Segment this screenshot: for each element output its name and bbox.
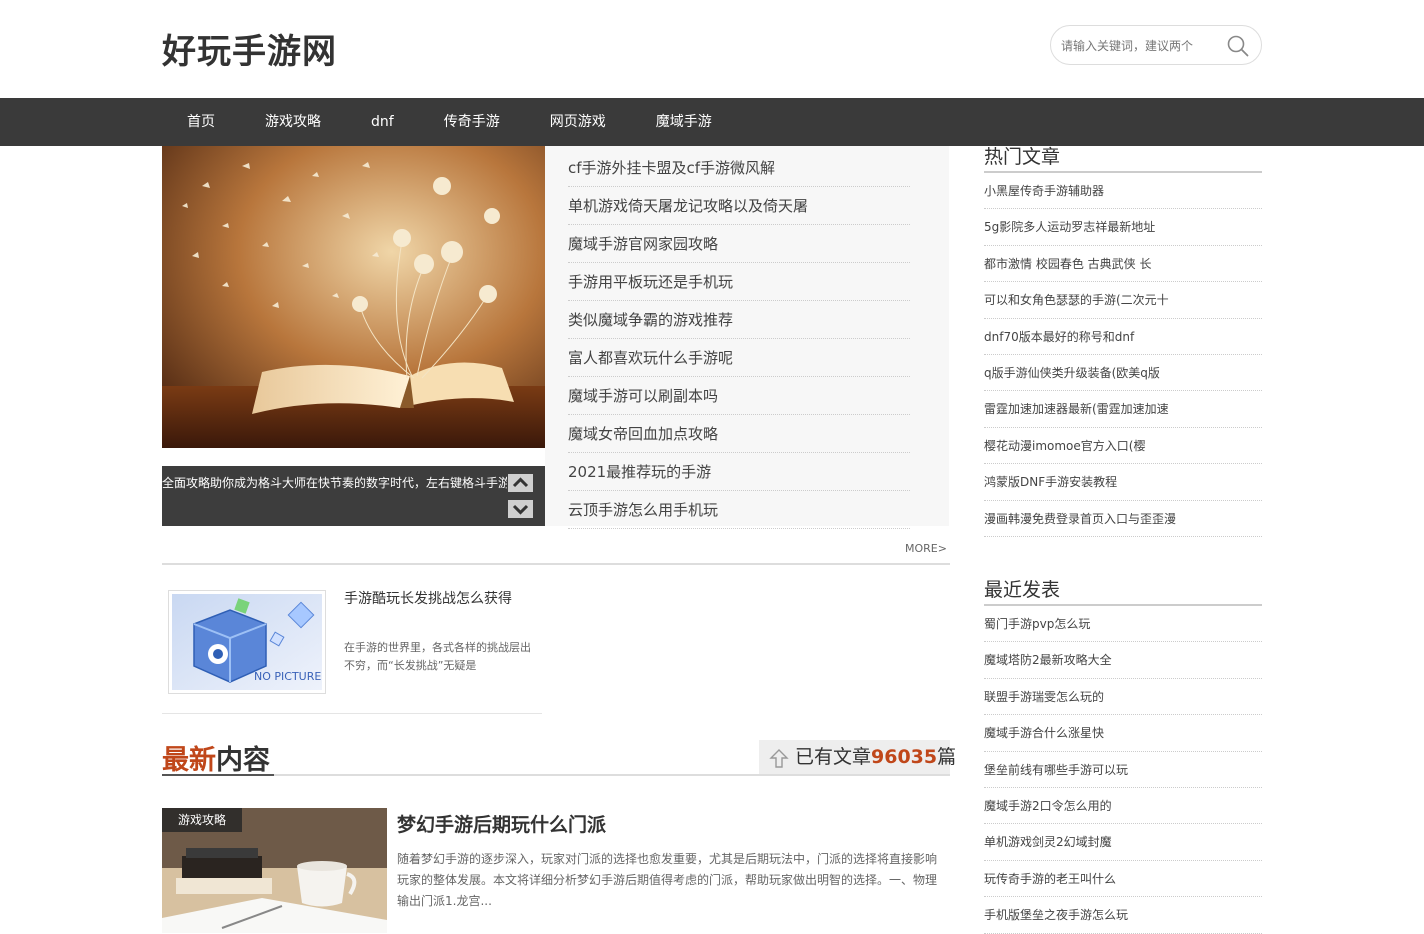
slider-caption-text[interactable]: 全面攻略助你成为格斗大师在快节奏的数字时代，左右键格斗手游 (162, 474, 507, 491)
list-item[interactable]: 单机游戏倚天屠龙记攻略以及倚天屠 (568, 187, 910, 225)
slider-prev-icon[interactable] (508, 474, 533, 492)
article-card: 游戏攻略 梦幻手游后期玩什么门派 随着梦幻手游的逐步深入，玩家对门派的选择也愈发… (162, 808, 950, 933)
recent-posts-widget: 最近发表 蜀门手游pvp怎么玩 魔域塔防2最新攻略大全 联盟手游瑞雯怎么玩的 魔… (984, 578, 1262, 934)
list-item[interactable]: 单机游戏剑灵2幻域封魔 (984, 824, 1262, 861)
list-item[interactable]: 魔域女帝回血加点攻略 (568, 415, 910, 453)
list-item[interactable]: 云顶手游怎么用手机玩 (568, 491, 910, 529)
category-tag[interactable]: 游戏攻略 (162, 808, 242, 832)
site-header: 好玩手游网 (0, 0, 1424, 98)
thumb-text: NO PICTURE (254, 670, 321, 683)
list-item[interactable]: 都市激情 校园春色 古典武侠 长 (984, 246, 1262, 283)
article-count-badge: 已有文章96035篇 (759, 740, 956, 774)
list-item[interactable]: 魔域手游2口令怎么用的 (984, 788, 1262, 825)
list-item[interactable]: 玩传奇手游的老王叫什么 (984, 861, 1262, 898)
search-icon[interactable] (1227, 35, 1249, 57)
section-title-highlight: 最新 (162, 745, 216, 776)
list-item[interactable]: 可以和女角色瑟瑟的手游(二次元十 (984, 282, 1262, 319)
slider-image[interactable] (162, 146, 545, 448)
list-item[interactable]: dnf70版本最好的称号和dnf (984, 319, 1262, 355)
main-nav: 首页 游戏攻略 dnf 传奇手游 网页游戏 魔域手游 (0, 98, 1424, 146)
list-item[interactable]: 鸿蒙版DNF手游安装教程 (984, 464, 1262, 501)
list-item[interactable]: q版手游仙侠类升级装备(欧美q版 (984, 355, 1262, 392)
list-item[interactable]: 小黑屋传奇手游辅助器 (984, 173, 1262, 210)
list-item[interactable]: 堡垒前线有哪些手游可以玩 (984, 752, 1262, 788)
widget-title: 热门文章 (984, 145, 1262, 173)
nav-item-guides[interactable]: 游戏攻略 (240, 98, 346, 146)
nav-item-webgames[interactable]: 网页游戏 (525, 98, 631, 146)
list-item[interactable]: 魔域手游官网家园攻略 (568, 225, 910, 263)
count-prefix: 已有文章 (795, 746, 872, 768)
list-item[interactable]: 手游用平板玩还是手机玩 (568, 263, 910, 301)
hot-articles-widget: 热门文章 小黑屋传奇手游辅助器 5g影院多人运动罗志祥最新地址 都市激情 校园春… (984, 145, 1262, 537)
article-thumbnail[interactable]: 游戏攻略 (162, 808, 387, 933)
more-link[interactable]: MORE> (905, 542, 947, 555)
count-value: 96035 (871, 746, 938, 768)
featured-thumbnail[interactable]: NO PICTURE (168, 590, 326, 694)
section-title-rest: 内容 (216, 745, 270, 776)
top-article-list: cf手游外挂卡盟及cf手游微风解 单机游戏倚天屠龙记攻略以及倚天屠 魔域手游官网… (545, 146, 949, 529)
divider (162, 563, 950, 565)
latest-section-header: 最新内容 已有文章96035篇 (162, 738, 956, 777)
slider-caption: 全面攻略助你成为格斗大师在快节奏的数字时代，左右键格斗手游 (162, 466, 545, 526)
list-item[interactable]: 魔域手游可以刷副本吗 (568, 377, 910, 415)
featured-title[interactable]: 手游酷玩长发挑战怎么获得 (344, 588, 512, 608)
section-title: 最新内容 (162, 738, 270, 777)
featured-post: NO PICTURE 手游酷玩长发挑战怎么获得 在手游的世界里，各式各样的挑战层… (162, 585, 542, 714)
search-box (1050, 25, 1262, 65)
featured-description: 在手游的世界里，各式各样的挑战层出不穷，而“长发挑战”无疑是 (344, 641, 531, 672)
list-item[interactable]: 联盟手游瑞雯怎么玩的 (984, 679, 1262, 716)
nav-item-home[interactable]: 首页 (162, 98, 240, 146)
list-item[interactable]: cf手游外挂卡盟及cf手游微风解 (568, 149, 910, 187)
up-arrow-icon (769, 749, 789, 768)
count-suffix: 篇 (937, 746, 957, 768)
list-item[interactable]: 雷霆加速加速器最新(雷霆加速加速 (984, 391, 1262, 428)
article-excerpt: 随着梦幻手游的逐步深入，玩家对门派的选择也愈发重要，尤其是后期玩法中，门派的选择… (397, 852, 938, 908)
widget-title: 最近发表 (984, 578, 1262, 606)
image-slider[interactable]: 左右硬格斗手游怎么玩 全面攻略助你成为格斗大师在快节奏的数字时代，左右键格斗手游 (162, 146, 545, 526)
list-item[interactable]: 漫画韩漫免费登录首页入口与歪歪漫 (984, 501, 1262, 537)
nav-item-legend[interactable]: 传奇手游 (419, 98, 525, 146)
list-item[interactable]: 富人都喜欢玩什么手游呢 (568, 339, 910, 377)
search-input[interactable] (1061, 35, 1226, 57)
list-item[interactable]: 手机版堡垒之夜手游怎么玩 (984, 897, 1262, 934)
site-logo[interactable]: 好玩手游网 (162, 24, 337, 73)
list-item[interactable]: 魔域手游合什么涨星快 (984, 715, 1262, 752)
no-picture-icon: NO PICTURE (172, 594, 322, 690)
list-item[interactable]: 类似魔域争霸的游戏推荐 (568, 301, 910, 339)
slider-next-icon[interactable] (508, 500, 533, 518)
nav-item-moyu[interactable]: 魔域手游 (631, 98, 737, 146)
list-item[interactable]: 2021最推荐玩的手游 (568, 453, 910, 491)
title-underline (162, 774, 274, 776)
list-item[interactable]: 魔域塔防2最新攻略大全 (984, 642, 1262, 679)
list-item[interactable]: 蜀门手游pvp怎么玩 (984, 606, 1262, 643)
nav-item-dnf[interactable]: dnf (346, 98, 419, 146)
list-item[interactable]: 5g影院多人运动罗志祥最新地址 (984, 209, 1262, 246)
list-item[interactable]: 樱花动漫imomoe官方入口(樱 (984, 428, 1262, 465)
article-title[interactable]: 梦幻手游后期玩什么门派 (397, 810, 606, 837)
